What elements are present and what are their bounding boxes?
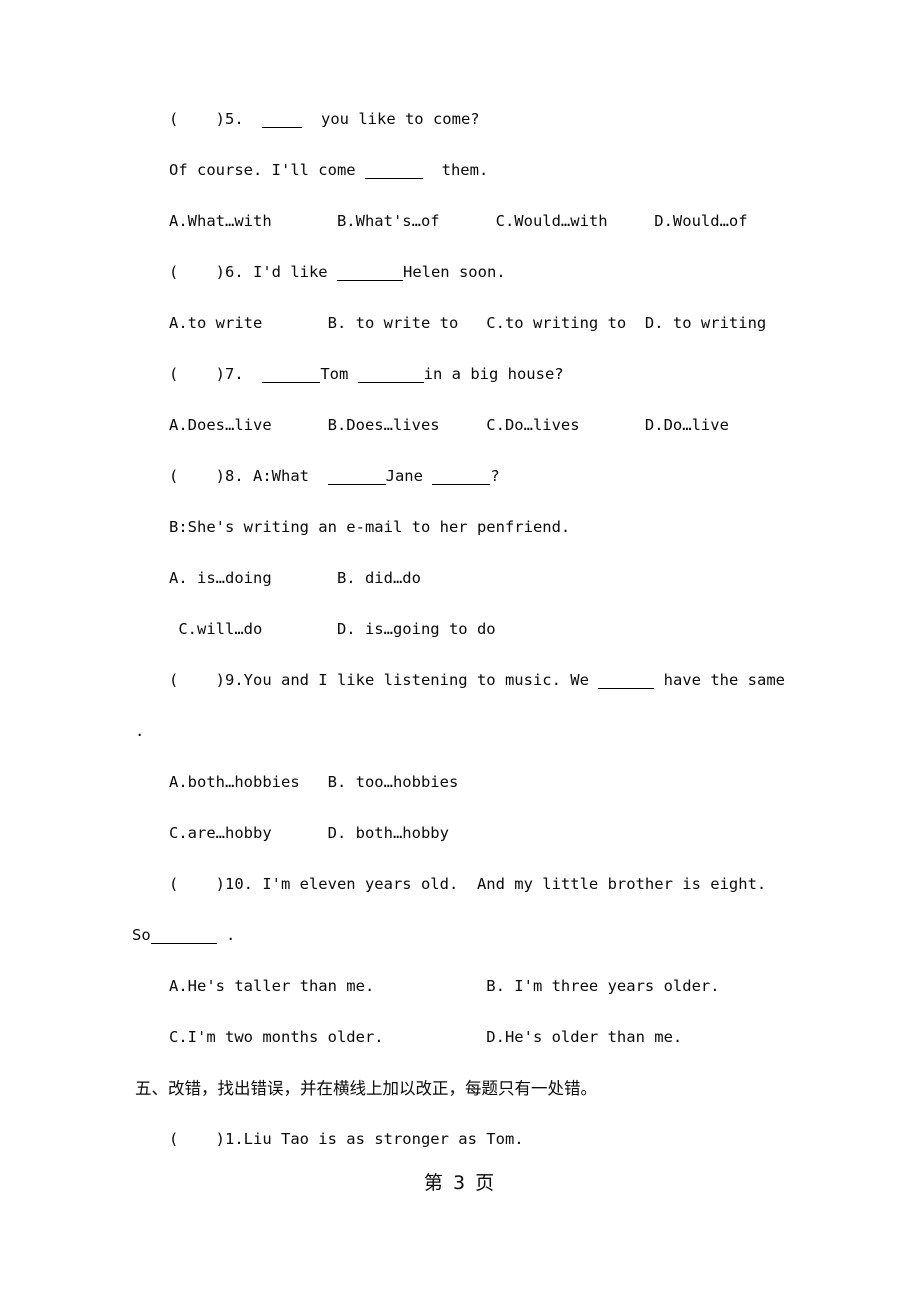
question-5-blank-1 <box>262 112 303 128</box>
question-7-stem-mid: Tom <box>320 365 358 383</box>
question-8-options-row-1: A. is…doing B. did…do <box>169 569 421 587</box>
question-7-stem-post: in a big house? <box>423 365 564 383</box>
section-five-heading: 五、改错，找出错误，并在横线上加以改正，每题只有一处错。 <box>135 1079 597 1098</box>
question-5-continuation: Of course. I'll come them. <box>135 161 785 214</box>
question-5-stem-pre: ( )5. <box>169 110 263 128</box>
exam-content: ( )5. you like to come? Of course. I'll … <box>132 110 785 1183</box>
exam-page: ( )5. you like to come? Of course. I'll … <box>0 0 920 1302</box>
question-9-options-row-1: A.both…hobbies B. too…hobbies <box>169 773 459 791</box>
question-7-stem-pre: ( )7. <box>169 365 263 383</box>
question-5-blank-2 <box>364 163 423 179</box>
question-10-continuation-post: . <box>216 926 236 944</box>
page-footer: 第 3 页 <box>423 1172 497 1194</box>
question-9-stem: ( )9.You and I like listening to music. … <box>135 671 785 724</box>
question-7-options: A.Does…live B.Does…lives C.Do…lives D.Do… <box>169 416 729 434</box>
question-9-continuation: . <box>135 722 785 775</box>
question-6-blank-1 <box>336 265 403 281</box>
question-8-blank-2 <box>432 469 491 485</box>
question-10-continuation-pre: So <box>132 926 151 944</box>
question-8-stem-pre: ( )8. A:What <box>169 467 328 485</box>
question-8-answer: B:She's writing an e-mail to her penfrie… <box>169 518 571 536</box>
question-8-stem: ( )8. A:What Jane ? <box>135 467 785 520</box>
question-10-stem: ( )10. I'm eleven years old. And my litt… <box>169 875 767 893</box>
question-5-stem-post: you like to come? <box>302 110 480 128</box>
question-5-options: A.What…with B.What's…of C.Would…with D.W… <box>169 212 748 230</box>
question-9-stem-pre: ( )9.You and I like listening to music. … <box>169 671 599 689</box>
question-5-stem: ( )5. you like to come? <box>135 110 785 163</box>
question-8-blank-1 <box>327 469 386 485</box>
question-9-stem-post: have the same <box>654 671 785 689</box>
question-8-options-row-2: C.will…do D. is…going to do <box>169 620 496 638</box>
question-10-options-row-2: C.I'm two months older. D.He's older tha… <box>169 1028 683 1046</box>
question-6-stem-post: Helen soon. <box>402 263 506 281</box>
question-10-continuation: So . <box>132 926 785 979</box>
question-6-options: A.to write B. to write to C.to writing t… <box>169 314 767 332</box>
question-8-stem-post: ? <box>490 467 500 485</box>
question-10-blank-1 <box>150 928 217 944</box>
question-9-options-row-2: C.are…hobby D. both…hobby <box>169 824 449 842</box>
question-7-blank-1 <box>262 367 321 383</box>
question-10-options-row-1: A.He's taller than me. B. I'm three year… <box>169 977 720 995</box>
question-9-blank-1 <box>598 673 655 689</box>
question-7-stem: ( )7. Tom in a big house? <box>135 365 785 418</box>
question-5-continuation-pre: Of course. I'll come <box>169 161 365 179</box>
question-7-blank-2 <box>357 367 424 383</box>
question-9-continuation-text: . <box>135 722 145 740</box>
question-6-stem-pre: ( )6. I'd like <box>169 263 337 281</box>
question-8-stem-mid: Jane <box>385 467 433 485</box>
question-6-stem: ( )6. I'd like Helen soon. <box>135 263 785 316</box>
question-5-continuation-post: them. <box>422 161 489 179</box>
